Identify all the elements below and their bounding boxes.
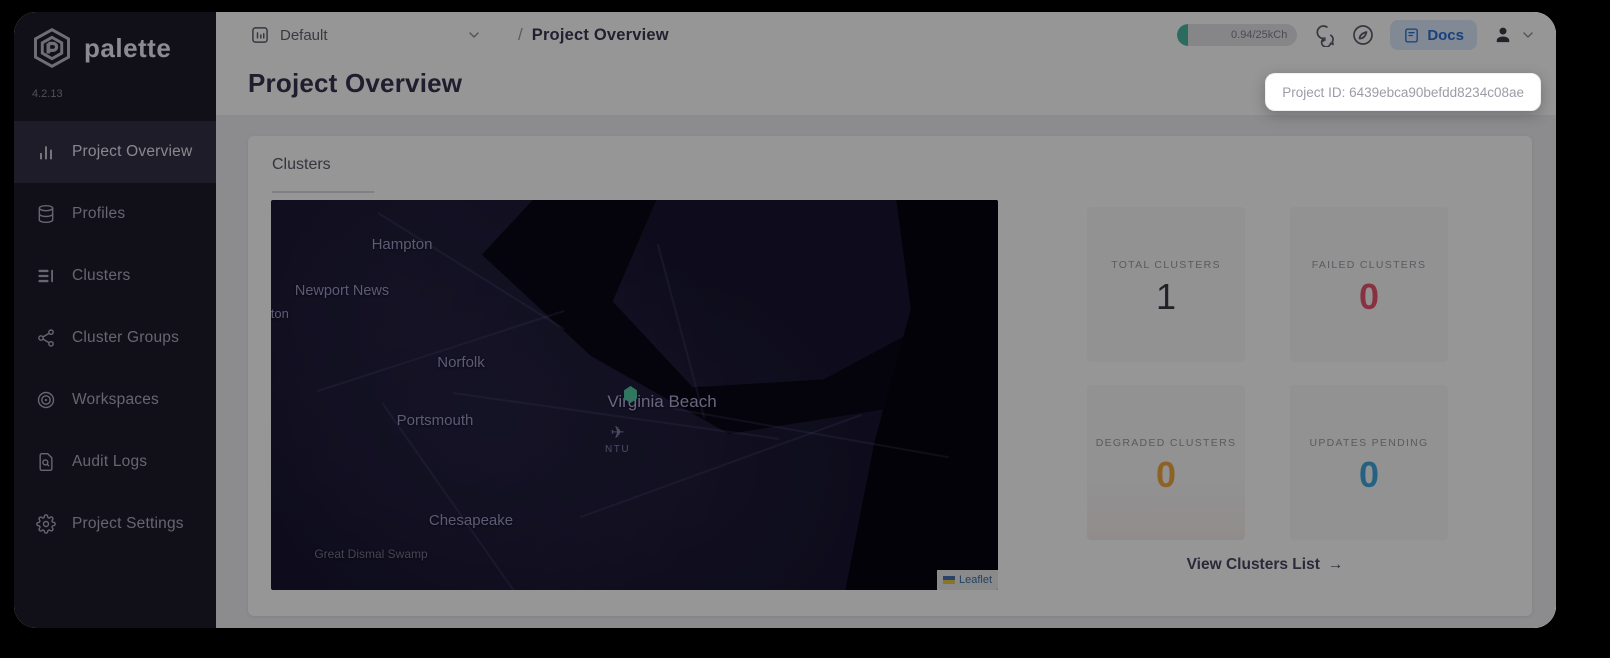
clusters-card: Clusters Hampton Newport News llton Norf… [248,136,1532,616]
ukraine-flag-icon [942,576,955,584]
app-window: palette 4.2.13 Project Overview Profiles [14,12,1556,628]
user-menu[interactable] [1492,24,1536,46]
sidebar-item-workspaces[interactable]: Workspaces [14,369,216,431]
sidebar: palette 4.2.13 Project Overview Profiles [14,12,216,628]
app-name: palette [84,32,172,63]
stat-value: 1 [1155,276,1177,317]
clusters-card-heading: Clusters [272,156,331,173]
breadcrumb: / Project Overview [518,25,669,45]
project-selector-value: Default [280,26,328,44]
map-label-hampton: Hampton [371,236,433,253]
target-icon [37,391,55,409]
sidebar-item-audit-logs[interactable]: Audit Logs [14,431,216,493]
project-id-tooltip: Project ID: 6439ebca90befdd8234c08ae [1265,73,1541,111]
app-version: 4.2.13 [32,88,63,100]
project-selector-dropdown[interactable]: Default [250,25,482,45]
sidebar-menu: Project Overview Profiles Clusters Clust… [14,121,216,555]
sidebar-item-label: Audit Logs [72,453,148,470]
sidebar-item-label: Project Overview [72,143,193,160]
sidebar-item-label: Profiles [72,205,126,222]
docs-button[interactable]: Docs [1390,20,1477,50]
audit-log-search-icon [39,452,53,472]
leaflet-attribution[interactable]: Leaflet [936,570,998,590]
stat-label: FAILED CLUSTERS [1311,259,1427,271]
arrow-right-icon: → [1327,556,1344,573]
stat-failed-clusters: FAILED CLUSTERS 0 [1290,207,1448,362]
view-clusters-list-link[interactable]: View Clusters List → [1125,556,1405,574]
stat-degraded-clusters: DEGRADED CLUSTERS 0 [1087,385,1245,540]
stat-label: DEGRADED CLUSTERS [1095,437,1237,449]
view-clusters-list-label: View Clusters List [1186,556,1320,573]
sidebar-item-cluster-groups[interactable]: Cluster Groups [14,307,216,369]
book-icon [1405,27,1419,43]
map-label-virginia-beach: Virginia Beach [607,392,717,411]
overview-chart-icon [40,146,52,160]
gear-icon [36,514,56,534]
airport-code: NTU [605,444,631,455]
support-chat-icon[interactable] [1312,23,1336,47]
network-share-icon [38,329,54,347]
map-label-great-dismal-swamp: Great Dismal Swamp [314,547,428,561]
sidebar-item-label: Cluster Groups [72,329,180,346]
sidebar-item-profiles[interactable]: Profiles [14,183,216,245]
compass-icon[interactable] [1351,23,1375,47]
airplane-icon: ✈ [610,423,625,442]
project-chart-icon [252,27,268,43]
sidebar-item-clusters[interactable]: Clusters [14,245,216,307]
user-icon [1496,27,1510,43]
chevron-down-icon [469,32,479,38]
stat-total-clusters: TOTAL CLUSTERS 1 [1087,207,1245,362]
list-icon [38,269,53,283]
map-label-chesapeake: Chesapeake [428,512,514,529]
map-label-llton: llton [271,306,289,321]
docs-button-label: Docs [1427,26,1464,44]
layers-database-icon [38,204,54,224]
stat-label: TOTAL CLUSTERS [1111,259,1221,271]
palette-logo: palette [30,26,171,70]
usage-quota-text: 0.94/25kCh [1231,29,1288,41]
breadcrumb-separator: / [518,25,523,44]
usage-quota-badge[interactable]: 0.94/25kCh [1177,24,1298,46]
sidebar-item-label: Clusters [72,267,131,284]
page-title: Project Overview [248,68,463,98]
sidebar-item-project-settings[interactable]: Project Settings [14,493,216,555]
sidebar-item-label: Project Settings [72,515,184,532]
top-bar: Default / Project Overview 0.94/25kCh Do… [216,12,1556,58]
map-label-newport-news: Newport News [294,283,390,299]
stat-label: UPDATES PENDING [1309,437,1429,449]
clusters-map[interactable]: Hampton Newport News llton Norfolk Virgi… [271,200,998,590]
chevron-down-icon [1523,32,1533,38]
breadcrumb-current: Project Overview [531,25,669,44]
map-label-norfolk: Norfolk [437,354,485,371]
stat-updates-pending: UPDATES PENDING 0 [1290,385,1448,540]
stat-value: 0 [1358,454,1380,495]
map-label-portsmouth: Portsmouth [396,412,474,429]
stat-value: 0 [1358,276,1380,317]
top-bar-actions: 0.94/25kCh Docs [1177,12,1536,58]
airport-ntu: ✈ NTU [605,424,630,455]
stat-value: 0 [1155,454,1177,495]
sidebar-item-project-overview[interactable]: Project Overview [14,121,216,183]
clusters-tab-underline [272,191,374,193]
palette-logo-icon [34,27,70,69]
usage-progress-fill [1177,24,1189,46]
leaflet-link: Leaflet [958,574,992,586]
map-road [381,402,521,590]
map-road [317,309,565,393]
sidebar-item-label: Workspaces [72,391,159,408]
